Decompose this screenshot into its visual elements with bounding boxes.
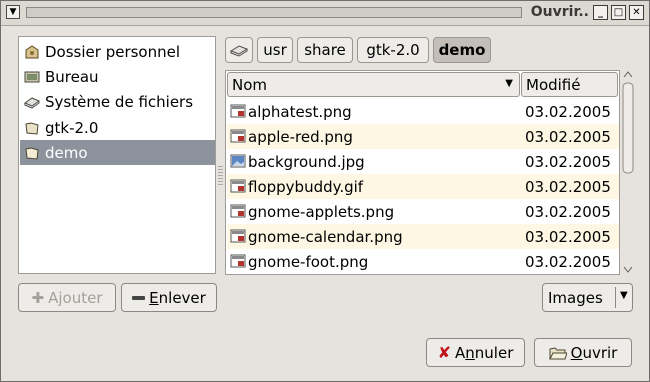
add-label: Ajouter (48, 288, 103, 307)
image-file-icon (230, 154, 246, 168)
place-home[interactable]: Dossier personnel (20, 39, 215, 64)
title-bar-stripe (26, 7, 522, 18)
column-modified-label: Modifié (526, 75, 581, 94)
file-name: gnome-calendar.png (248, 227, 403, 246)
add-bookmark-button[interactable]: ✚ Ajouter (18, 283, 116, 312)
file-name: floppybuddy.gif (248, 177, 364, 196)
file-row[interactable]: apple-red.png 03.02.2005 (227, 124, 619, 149)
column-name-label: Nom (232, 75, 268, 94)
open-mnemonic: O (570, 343, 583, 362)
window-title: Ouvrir.. (530, 4, 589, 20)
file-name: alphatest.png (248, 102, 352, 121)
plus-icon: ✚ (31, 288, 45, 307)
filter-value: Images (548, 288, 603, 307)
file-row[interactable]: gnome-calendar.png 03.02.2005 (227, 224, 619, 249)
path-segment-button[interactable]: share (297, 37, 353, 63)
place-label: Bureau (45, 67, 99, 86)
place-desktop[interactable]: Bureau (20, 64, 215, 89)
drive-icon (23, 94, 41, 110)
file-date: 03.02.2005 (525, 177, 611, 196)
file-date: 03.02.2005 (525, 252, 611, 271)
minimize-icon[interactable]: _ (593, 5, 608, 20)
dropdown-arrow-icon: ▼ (620, 290, 628, 301)
place-filesystem[interactable]: Système de fichiers (20, 89, 215, 114)
file-name: background.jpg (248, 152, 365, 171)
remove-bookmark-button[interactable]: Enlever (121, 283, 217, 312)
file-open-dialog: ▼ Ouvrir.. _ □ ✕ Dossier personnel Burea… (0, 0, 650, 382)
file-name: gnome-applets.png (248, 202, 395, 221)
file-row[interactable]: alphatest.png 03.02.2005 (227, 99, 619, 124)
home-folder-icon (24, 44, 40, 60)
drive-icon (230, 45, 248, 57)
file-date: 03.02.2005 (525, 102, 611, 121)
place-gtk[interactable]: gtk-2.0 (20, 115, 215, 140)
path-current-button[interactable]: demo (433, 37, 491, 63)
cancel-label: nuler (474, 343, 514, 362)
place-label: gtk-2.0 (45, 118, 99, 137)
column-header-name[interactable]: Nom ▼ (227, 72, 520, 97)
file-type-filter-combo[interactable]: Images ▼ (542, 283, 633, 312)
file-row[interactable]: gnome-applets.png 03.02.2005 (227, 199, 619, 224)
places-list: Dossier personnel Bureau Système de fich… (18, 36, 216, 274)
remove-label: nlever (158, 288, 206, 307)
vertical-scrollbar[interactable] (621, 70, 635, 275)
place-demo[interactable]: demo (20, 140, 215, 165)
path-segment-button[interactable]: usr (257, 37, 293, 63)
file-date: 03.02.2005 (525, 202, 611, 221)
folder-icon (24, 120, 40, 136)
title-bar[interactable]: ▼ Ouvrir.. _ □ ✕ (1, 1, 649, 26)
file-name: apple-red.png (248, 127, 353, 146)
remove-mnemonic: E (149, 288, 159, 307)
path-segment-button[interactable]: gtk-2.0 (357, 37, 429, 63)
file-date: 03.02.2005 (525, 152, 611, 171)
file-list: Nom ▼ Modifié alphatest.png 03.02.2005 a… (225, 70, 620, 275)
place-label: demo (45, 143, 88, 162)
file-name: gnome-foot.png (248, 252, 369, 271)
image-file-icon (230, 229, 246, 243)
image-file-icon (230, 129, 246, 143)
file-date: 03.02.2005 (525, 127, 611, 146)
file-row[interactable]: background.jpg 03.02.2005 (227, 149, 619, 174)
cancel-mnemonic: n (465, 343, 475, 362)
image-file-icon (230, 179, 246, 193)
column-header-modified[interactable]: Modifié (521, 72, 618, 97)
pane-resize-handle[interactable] (218, 166, 223, 186)
image-file-icon (230, 254, 246, 268)
window-menu-icon[interactable]: ▼ (6, 5, 20, 19)
file-date: 03.02.2005 (525, 227, 611, 246)
desktop-icon (24, 69, 40, 85)
open-button[interactable]: Ouvrir (534, 338, 632, 367)
image-file-icon (230, 204, 246, 218)
cancel-button[interactable]: ✘ Annuler (426, 338, 525, 367)
place-label: Dossier personnel (45, 42, 181, 61)
open-folder-icon (548, 346, 567, 359)
cancel-icon: ✘ (437, 343, 452, 362)
close-icon[interactable]: ✕ (629, 5, 644, 20)
open-label: uvrir (582, 343, 618, 362)
place-label: Système de fichiers (45, 92, 194, 111)
path-root-button[interactable] (225, 37, 253, 63)
image-file-icon (230, 104, 246, 118)
file-row[interactable]: floppybuddy.gif 03.02.2005 (227, 174, 619, 199)
folder-icon (24, 145, 40, 161)
file-row[interactable]: gnome-foot.png 03.02.2005 (227, 249, 619, 274)
sort-arrow-icon: ▼ (505, 78, 513, 89)
maximize-icon[interactable]: □ (611, 5, 626, 20)
minus-icon (132, 295, 146, 300)
